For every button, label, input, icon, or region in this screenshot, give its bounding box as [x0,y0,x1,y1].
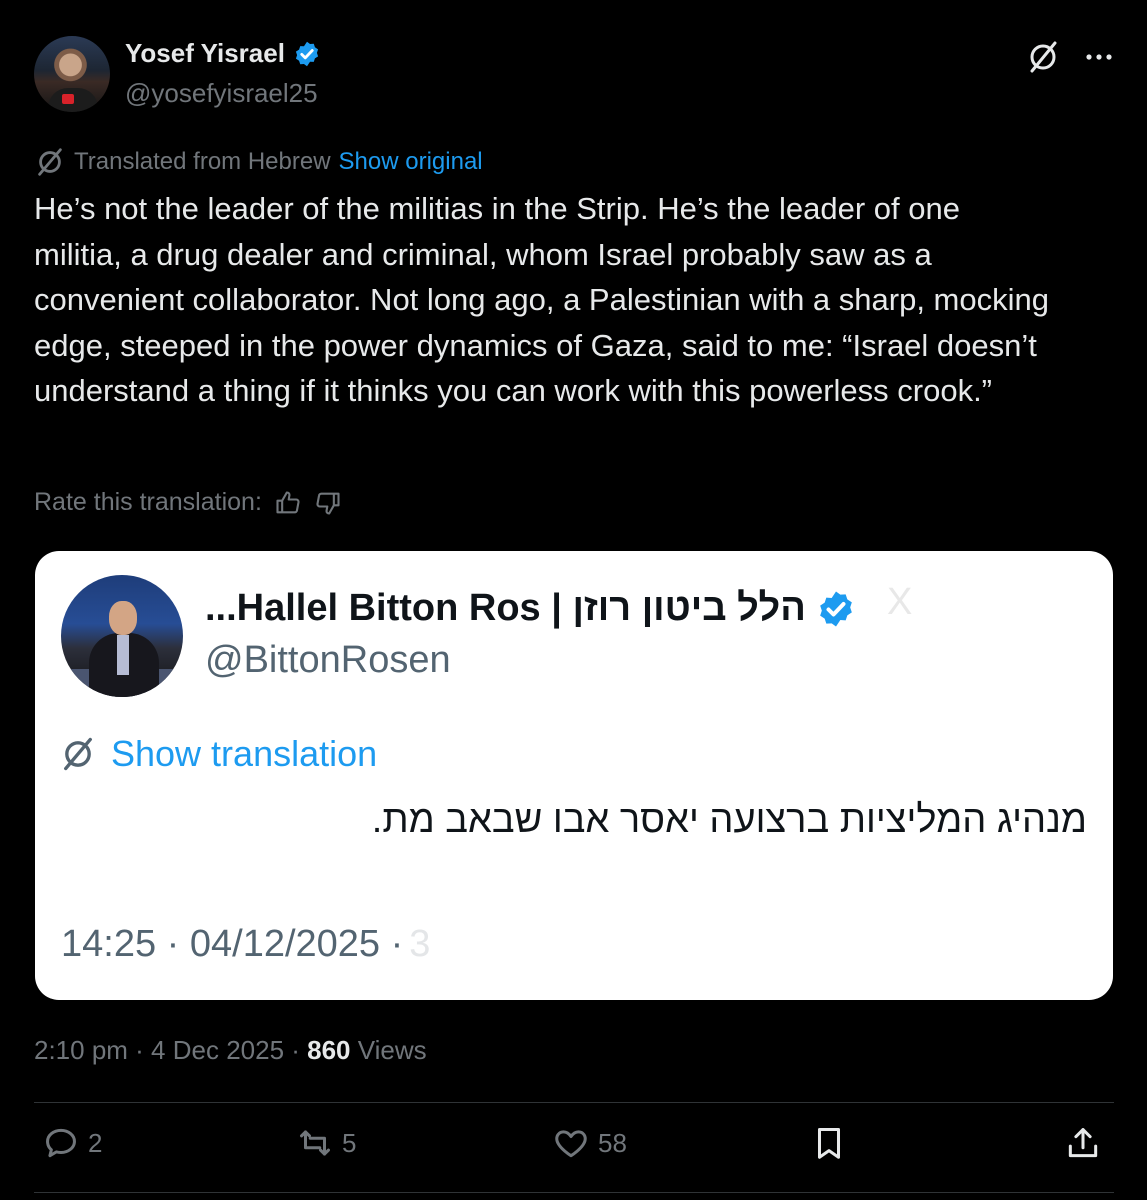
like-count: 58 [598,1127,627,1158]
author-name-row[interactable]: Yosef Yisrael [125,38,321,69]
share-button[interactable] [1064,1124,1102,1162]
author-handle[interactable]: @yosefyisrael25 [125,78,318,109]
verified-badge-icon [820,591,852,626]
quoted-name: ...Hallel Bitton Ros | הלל ביטון רוזן [205,587,806,629]
reply-count: 2 [88,1127,103,1158]
author-avatar[interactable] [34,36,110,112]
reply-button[interactable]: 2 [42,1124,102,1162]
verified-badge-icon [295,41,319,66]
thumbs-up-icon[interactable] [274,489,302,517]
post-meta: 2:10 pm · 4 Dec 2025 · 860 Views [34,1035,427,1066]
post-text: He’s not the leader of the militias in t… [34,191,1058,409]
rate-translation-row: Rate this translation: [34,488,342,517]
quoted-avatar-shirt [117,635,129,675]
author-name[interactable]: Yosef Yisrael [125,38,285,69]
quoted-timestamp-row: 14:25 · 04/12/2025 · 3 [61,923,430,966]
action-bar: 2 5 58 [34,1124,1114,1174]
avatar-mic-badge [62,94,74,104]
quoted-timestamp-faded: 3 [409,923,431,965]
reply-icon [46,1128,76,1158]
bottom-divider [34,1192,1114,1193]
thumbs-down-icon[interactable] [314,489,342,517]
quoted-handle: @BittonRosen [205,639,451,681]
translated-note: Translated from Hebrew [74,148,331,175]
like-icon [555,1130,587,1158]
more-icon[interactable] [1082,40,1116,74]
show-original-link[interactable]: Show original [339,148,483,176]
quoted-timestamp: 14:25 · 04/12/2025 · [61,923,404,965]
like-button[interactable]: 58 [552,1124,627,1162]
translation-bar: Translated from Hebrew Show original [34,146,483,178]
quoted-show-translation: Show translation [59,733,377,775]
repost-button[interactable]: 5 [296,1124,356,1162]
post-time[interactable]: 2:10 pm · 4 Dec 2025 · [34,1035,307,1065]
translate-icon [64,737,92,771]
quoted-faded-logo: X [887,581,913,623]
quoted-avatar [61,575,183,697]
bookmark-icon [817,1128,841,1159]
divider [34,1102,1114,1103]
quoted-name-row: ...Hallel Bitton Ros | הלל ביטון רוזן [205,587,856,630]
grok-icon[interactable] [1026,40,1060,74]
repost-count: 5 [342,1127,357,1158]
bookmark-button[interactable] [810,1124,848,1162]
rate-label: Rate this translation: [34,488,262,516]
show-translation-label: Show translation [111,733,378,774]
repost-icon [300,1130,330,1156]
translate-icon [38,148,62,176]
views-count: 860 [307,1035,351,1065]
quoted-post-card[interactable]: ...Hallel Bitton Ros | הלל ביטון רוזן X … [35,551,1113,1000]
share-icon [1068,1128,1098,1158]
quoted-avatar-head [109,601,137,635]
views-label: Views [350,1035,427,1065]
quoted-text: מנהיג המליציות ברצועה יאסר אבו שבאב מת. [371,799,1087,841]
